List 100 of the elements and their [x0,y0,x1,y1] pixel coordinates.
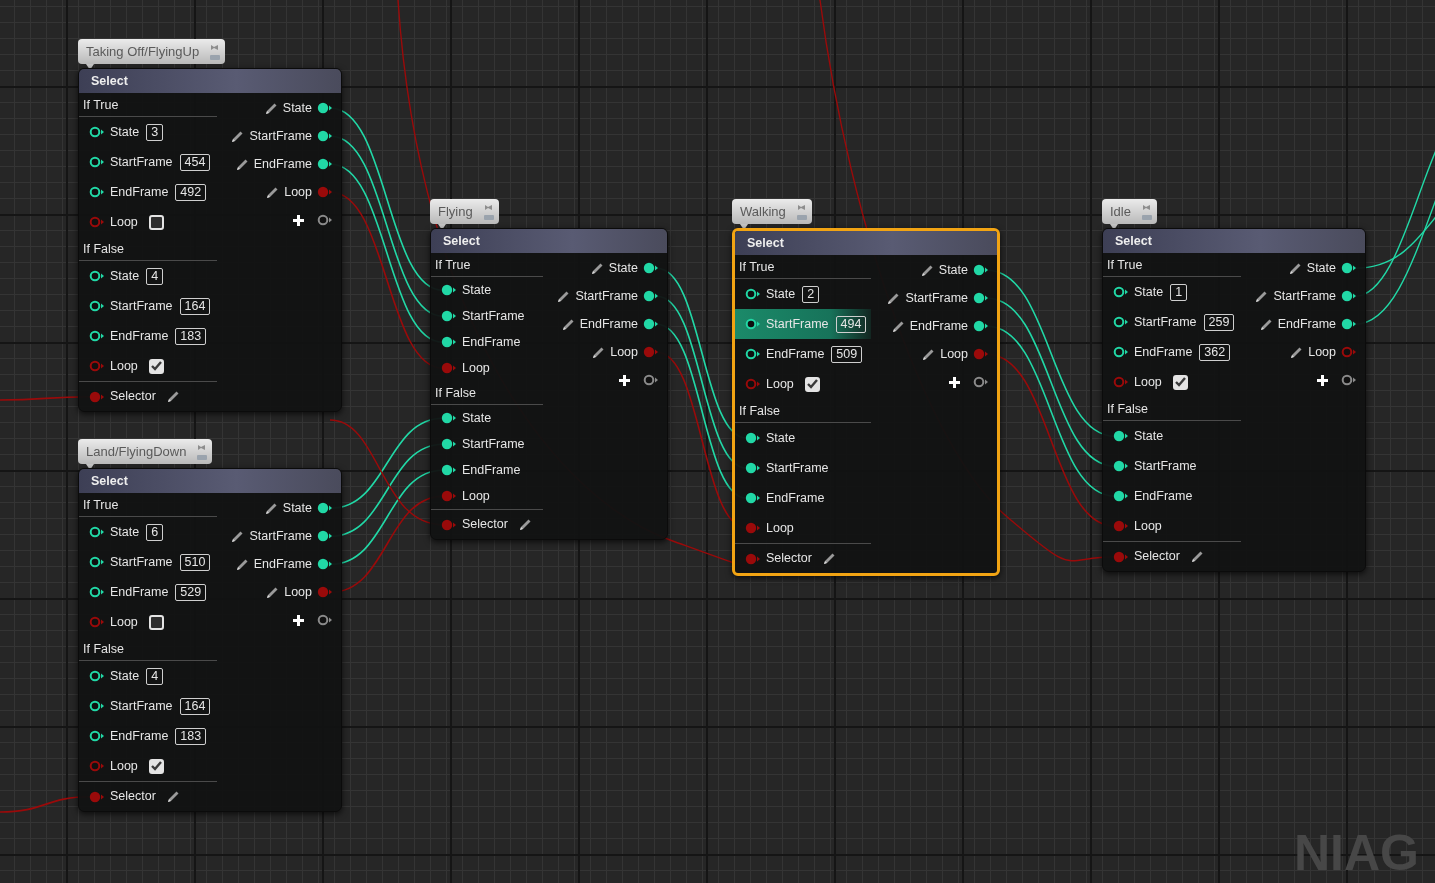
comment-bubble[interactable]: Taking Off/FlyingUp [78,39,226,65]
pencil-icon[interactable] [166,790,180,804]
checkbox[interactable] [804,376,820,392]
node-card[interactable]: Select If True State 3 StartFrame 454 EndFrame 492 Loop If False State 4 StartFrame 164 EndFrame 183 Loop Selector State StartFrame EndFrame Loop [78,68,342,413]
pencil-icon[interactable] [891,319,905,333]
checkbox[interactable] [148,614,164,630]
pin-icon[interactable] [89,186,105,199]
pencil-icon[interactable] [822,552,836,566]
node-card[interactable]: Select If True State 1 StartFrame 259 EndFrame 362 Loop If False State StartFrame EndFrame Loop Selector State StartFrame EndFrame Loop [1102,228,1366,573]
value-field[interactable]: 1 [1170,283,1188,301]
value-field[interactable]: 510 [179,553,211,571]
pencil-icon[interactable] [266,185,280,199]
value-field[interactable]: 509 [831,345,863,363]
value-field[interactable]: 164 [179,697,211,715]
pencil-icon[interactable] [264,501,278,515]
checkbox[interactable] [148,214,164,230]
comment-bubble[interactable]: Flying [430,199,499,225]
pin-icon[interactable] [89,730,105,743]
pencil-icon[interactable] [592,345,606,359]
pin-icon[interactable] [317,502,333,515]
add-pin-icon[interactable] [619,374,630,386]
pin-icon[interactable] [89,556,105,569]
pencil-icon[interactable] [231,529,245,543]
value-field[interactable]: 164 [179,297,211,315]
pencil-icon[interactable] [166,390,180,404]
pin-icon[interactable] [89,700,105,713]
value-field[interactable]: 494 [835,315,867,333]
pin-icon[interactable] [745,462,761,475]
add-pin-icon[interactable] [293,214,304,226]
pin-icon[interactable] [973,376,989,389]
value-field[interactable]: 6 [146,523,164,541]
pencil-icon[interactable] [231,129,245,143]
node-card[interactable]: Select If True State 2 StartFrame 494 EndFrame 509 Loop If False State StartFrame EndFrame Loop Selector State StartFrame EndFrame Loop [732,228,1000,577]
pin-icon[interactable] [317,130,333,143]
value-field[interactable]: 259 [1203,313,1235,331]
pencil-icon[interactable] [922,347,936,361]
value-field[interactable]: 183 [175,727,207,745]
pin-icon[interactable] [89,670,105,683]
comment-bubble[interactable]: Walking [732,199,812,225]
pin-icon[interactable] [317,102,333,115]
pencil-icon[interactable] [1259,317,1273,331]
pin-icon[interactable] [1113,460,1129,473]
value-field[interactable]: 4 [146,267,164,285]
pin-icon[interactable] [1113,430,1129,443]
pencil-icon[interactable] [1288,261,1302,275]
pin-icon[interactable] [317,214,333,227]
pin-icon[interactable] [1341,290,1357,303]
pin-icon[interactable] [441,412,457,425]
node-card[interactable]: Select If True State StartFrame EndFrame Loop If False State StartFrame EndFrame Loop Selector State StartFrame EndFrame Loop [430,228,668,541]
pin-icon[interactable] [973,292,989,305]
pin-icon[interactable] [745,432,761,445]
pencil-icon[interactable] [590,261,604,275]
value-field[interactable]: 529 [175,583,207,601]
pencil-icon[interactable] [518,518,532,532]
value-field[interactable]: 492 [175,183,207,201]
pin-icon[interactable] [643,318,659,331]
pin-icon[interactable] [1113,286,1129,299]
pin-row-highlight[interactable]: StartFrame 494 [735,309,871,340]
pin-icon[interactable] [441,336,457,349]
pencil-icon[interactable] [235,157,249,171]
value-field[interactable]: 4 [146,667,164,685]
comment-bubble[interactable]: Land/FlyingDown [78,439,213,465]
pencil-icon[interactable] [557,289,571,303]
pin-icon[interactable] [643,290,659,303]
checkbox[interactable] [148,758,164,774]
pin-icon[interactable] [317,614,333,627]
pin-icon[interactable] [1113,316,1129,329]
pencil-icon[interactable] [1190,550,1204,564]
value-field[interactable]: 362 [1199,343,1231,361]
pin-icon[interactable] [643,262,659,275]
pencil-icon[interactable] [920,263,934,277]
pin-icon[interactable] [1341,374,1357,387]
pin-icon[interactable] [1113,490,1129,503]
pin-icon[interactable] [1113,346,1129,359]
pin-icon[interactable] [89,156,105,169]
pin-icon[interactable] [89,300,105,313]
pin-icon[interactable] [317,158,333,171]
pin-icon[interactable] [89,270,105,283]
pencil-icon[interactable] [1290,345,1304,359]
value-field[interactable]: 454 [179,153,211,171]
pin-icon[interactable] [317,558,333,571]
pin-icon[interactable] [89,330,105,343]
value-field[interactable]: 183 [175,327,207,345]
checkbox[interactable] [148,358,164,374]
pin-icon[interactable] [89,126,105,139]
pin-icon[interactable] [973,320,989,333]
pin-icon[interactable] [1341,262,1357,275]
pin-icon[interactable] [89,586,105,599]
add-pin-icon[interactable] [293,614,304,626]
pin-icon[interactable] [973,264,989,277]
pin-icon[interactable] [89,526,105,539]
pin-icon[interactable] [441,310,457,323]
pencil-icon[interactable] [887,291,901,305]
add-pin-icon[interactable] [1317,374,1328,386]
pencil-icon[interactable] [561,317,575,331]
pin-icon[interactable] [745,492,761,505]
pin-icon[interactable] [745,318,761,331]
checkbox[interactable] [1172,374,1188,390]
value-field[interactable]: 3 [146,123,164,141]
pin-icon[interactable] [745,348,761,361]
